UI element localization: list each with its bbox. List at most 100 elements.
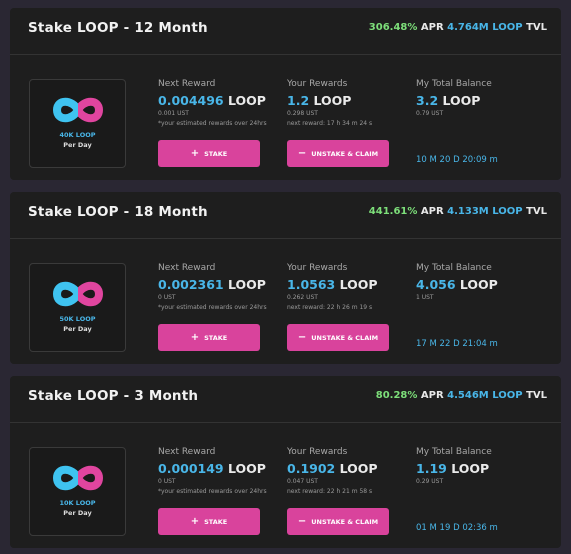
- stake-pool-card: Stake LOOP - 12 Month 306.48% APR 4.764M…: [10, 8, 561, 180]
- loop-infinity-icon: [52, 281, 104, 307]
- total-balance-column: My Total Balance 4.056 LOOP 1 UST: [416, 263, 498, 302]
- your-rewards-note: next reward: 17 h 34 m 24 s: [287, 119, 373, 127]
- next-reward-ust: 0.001 UST: [158, 110, 189, 117]
- next-reward-label: Next Reward: [158, 263, 216, 273]
- minus-icon: −: [297, 148, 307, 159]
- next-reward-amount: 0.002361 LOOP: [158, 277, 267, 292]
- your-rewards-label: Your Rewards: [287, 79, 348, 89]
- pool-stats: 80.28% APR 4.546M LOOP TVL: [376, 390, 547, 401]
- card-header: Stake LOOP - 3 Month 80.28% APR 4.546M L…: [10, 376, 561, 423]
- apr-label: APR: [420, 206, 444, 217]
- your-rewards-column: Your Rewards 0.1902 LOOP 0.047 UST next …: [287, 447, 378, 495]
- your-rewards-unit: LOOP: [313, 93, 352, 108]
- your-rewards-column: Your Rewards 1.0563 LOOP 0.262 UST next …: [287, 263, 378, 311]
- lock-countdown: 17 M 22 D 21:04 m: [416, 339, 498, 349]
- logo-perday: Per Day: [63, 325, 92, 333]
- plus-icon: +: [190, 516, 200, 527]
- loop-infinity-icon: [52, 97, 104, 123]
- stake-pool-card: Stake LOOP - 18 Month 441.61% APR 4.133M…: [10, 192, 561, 364]
- total-balance-column: My Total Balance 1.19 LOOP 0.29 UST: [416, 447, 492, 486]
- unstake-claim-button[interactable]: − UNSTAKE & CLAIM: [287, 324, 389, 351]
- next-reward-value: 0.004496: [158, 93, 224, 108]
- minus-icon: −: [297, 516, 307, 527]
- next-reward-ust: 0 UST: [158, 478, 176, 485]
- tvl-value: 4.764M: [447, 22, 489, 33]
- next-reward-unit: LOOP: [228, 461, 266, 476]
- loop-infinity-icon: [52, 465, 104, 491]
- total-balance-amount: 4.056 LOOP: [416, 277, 498, 292]
- next-reward-ust: 0 UST: [158, 294, 176, 301]
- pool-stats: 441.61% APR 4.133M LOOP TVL: [369, 206, 547, 217]
- card-body: 50K LOOP Per Day Next Reward 0.002361 LO…: [10, 239, 561, 364]
- apr-value: 441.61%: [368, 206, 418, 217]
- your-rewards-unit: LOOP: [339, 277, 378, 292]
- total-balance-value: 4.056: [416, 277, 456, 292]
- total-balance-unit: LOOP: [442, 93, 481, 108]
- logo-rate: 50K LOOP: [59, 315, 96, 323]
- total-balance-value: 1.19: [416, 461, 447, 476]
- next-reward-column: Next Reward 0.004496 LOOP 0.001 UST *you…: [158, 79, 267, 127]
- stake-button[interactable]: + STAKE: [158, 324, 260, 351]
- tvl-token: LOOP: [492, 206, 523, 217]
- unstake-claim-button[interactable]: − UNSTAKE & CLAIM: [287, 508, 389, 535]
- unstake-button-label: UNSTAKE & CLAIM: [311, 517, 379, 526]
- next-reward-note: *your estimated rewards over 24hrs: [158, 119, 267, 127]
- next-reward-label: Next Reward: [158, 447, 216, 457]
- next-reward-note: *your estimated rewards over 24hrs: [158, 303, 267, 311]
- total-balance-label: My Total Balance: [416, 79, 492, 89]
- card-body: 40K LOOP Per Day Next Reward 0.004496 LO…: [10, 55, 561, 180]
- your-rewards-amount: 1.2 LOOP: [287, 93, 372, 108]
- pool-title: Stake LOOP - 12 Month: [28, 20, 208, 36]
- logo-perday: Per Day: [63, 509, 92, 517]
- card-header: Stake LOOP - 18 Month 441.61% APR 4.133M…: [10, 192, 561, 239]
- total-balance-label: My Total Balance: [416, 263, 492, 273]
- plus-icon: +: [190, 148, 200, 159]
- plus-icon: +: [190, 332, 200, 343]
- stake-pool-card: Stake LOOP - 3 Month 80.28% APR 4.546M L…: [10, 376, 561, 548]
- tvl-token: LOOP: [492, 22, 523, 33]
- tvl-token: LOOP: [492, 390, 523, 401]
- your-rewards-value: 1.0563: [287, 277, 336, 292]
- next-reward-amount: 0.000149 LOOP: [158, 461, 267, 476]
- loop-logo-box: 40K LOOP Per Day: [29, 79, 126, 168]
- your-rewards-note: next reward: 22 h 26 m 19 s: [287, 303, 373, 311]
- card-body: 10K LOOP Per Day Next Reward 0.000149 LO…: [10, 423, 561, 548]
- total-balance-ust: 0.29 UST: [416, 478, 444, 485]
- minus-icon: −: [297, 332, 307, 343]
- next-reward-value: 0.002361: [158, 277, 224, 292]
- stake-button[interactable]: + STAKE: [158, 140, 260, 167]
- tvl-label: TVL: [526, 390, 547, 401]
- your-rewards-value: 0.1902: [287, 461, 336, 476]
- your-rewards-label: Your Rewards: [287, 447, 348, 457]
- stake-button-label: STAKE: [204, 149, 228, 158]
- total-balance-column: My Total Balance 3.2 LOOP 0.79 UST: [416, 79, 492, 118]
- loop-logo-box: 50K LOOP Per Day: [29, 263, 126, 352]
- next-reward-amount: 0.004496 LOOP: [158, 93, 267, 108]
- loop-logo-box: 10K LOOP Per Day: [29, 447, 126, 536]
- next-reward-column: Next Reward 0.000149 LOOP 0 UST *your es…: [158, 447, 267, 495]
- next-reward-label: Next Reward: [158, 79, 216, 89]
- logo-rate: 10K LOOP: [59, 499, 96, 507]
- stake-button-label: STAKE: [204, 333, 228, 342]
- lock-countdown: 10 M 20 D 20:09 m: [416, 155, 498, 165]
- apr-label: APR: [420, 390, 444, 401]
- your-rewards-value: 1.2: [287, 93, 310, 108]
- total-balance-unit: LOOP: [459, 277, 498, 292]
- total-balance-ust: 0.79 UST: [416, 110, 444, 117]
- total-balance-unit: LOOP: [451, 461, 490, 476]
- unstake-claim-button[interactable]: − UNSTAKE & CLAIM: [287, 140, 389, 167]
- pool-stats: 306.48% APR 4.764M LOOP TVL: [369, 22, 547, 33]
- tvl-value: 4.546M: [447, 390, 489, 401]
- apr-value: 306.48%: [368, 22, 418, 33]
- your-rewards-column: Your Rewards 1.2 LOOP 0.298 UST next rew…: [287, 79, 372, 127]
- pool-title: Stake LOOP - 18 Month: [28, 204, 208, 220]
- stake-button[interactable]: + STAKE: [158, 508, 260, 535]
- unstake-button-label: UNSTAKE & CLAIM: [311, 149, 379, 158]
- total-balance-value: 3.2: [416, 93, 439, 108]
- tvl-label: TVL: [526, 22, 547, 33]
- lock-countdown: 01 M 19 D 02:36 m: [416, 523, 498, 533]
- next-reward-unit: LOOP: [228, 93, 266, 108]
- total-balance-amount: 3.2 LOOP: [416, 93, 492, 108]
- pool-title: Stake LOOP - 3 Month: [28, 388, 199, 404]
- next-reward-column: Next Reward 0.002361 LOOP 0 UST *your es…: [158, 263, 267, 311]
